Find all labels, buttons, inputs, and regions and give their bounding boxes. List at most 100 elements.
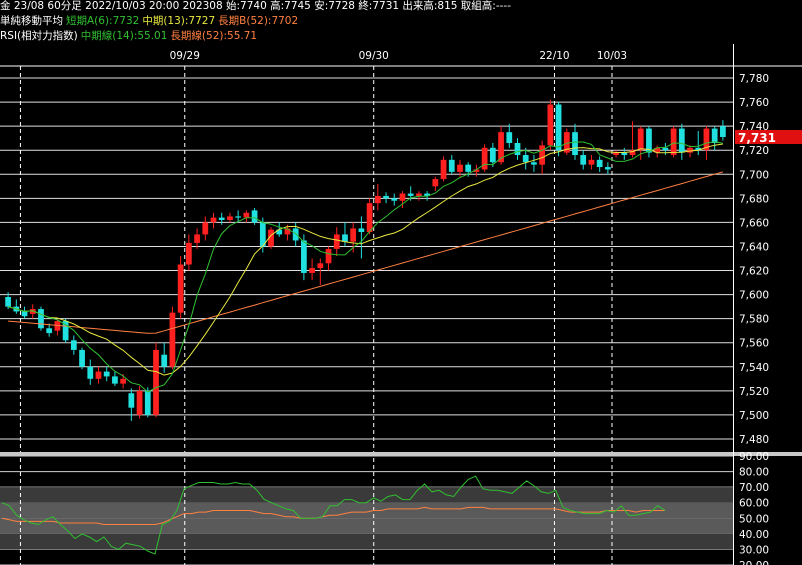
candle[interactable] bbox=[440, 156, 447, 182]
candle-body bbox=[572, 132, 578, 156]
candle[interactable] bbox=[301, 234, 307, 281]
candle[interactable] bbox=[112, 371, 118, 387]
candle[interactable] bbox=[448, 155, 455, 175]
candle[interactable] bbox=[251, 207, 258, 225]
candle[interactable] bbox=[227, 212, 233, 223]
date-label: 10/03 bbox=[597, 50, 627, 62]
candle[interactable] bbox=[547, 99, 554, 151]
ma52-line bbox=[8, 171, 724, 334]
candlesticks[interactable] bbox=[5, 99, 726, 421]
rsi-band bbox=[0, 533, 733, 550]
candle-body bbox=[637, 128, 644, 151]
candle[interactable] bbox=[153, 342, 159, 418]
ma13-line bbox=[7, 143, 723, 376]
price-chart[interactable]: 7,480 7,500 7,520 7,540 7,560 7,580 7,600 7,620… bbox=[0, 0, 802, 565]
candle[interactable] bbox=[325, 246, 332, 271]
ma6-line bbox=[7, 141, 723, 393]
price-tick-label: 7,520 bbox=[739, 386, 769, 398]
candle[interactable] bbox=[95, 366, 102, 384]
rsi-tick-label: 40.00 bbox=[739, 529, 769, 541]
candle[interactable] bbox=[383, 192, 389, 204]
candle[interactable] bbox=[194, 228, 200, 249]
candle[interactable] bbox=[210, 212, 217, 229]
candle[interactable] bbox=[177, 256, 184, 319]
candle[interactable] bbox=[604, 162, 611, 175]
candle-body bbox=[416, 193, 422, 196]
candle[interactable] bbox=[38, 306, 44, 331]
candle[interactable] bbox=[46, 323, 53, 337]
candle[interactable] bbox=[21, 306, 28, 319]
candle[interactable] bbox=[87, 359, 94, 385]
candle-body bbox=[514, 143, 521, 156]
price-tick-label: 7,480 bbox=[739, 434, 769, 446]
candle[interactable] bbox=[498, 126, 504, 165]
candle-body bbox=[87, 366, 94, 379]
candle[interactable] bbox=[531, 155, 537, 172]
candle-body bbox=[342, 234, 348, 242]
candle-body bbox=[309, 268, 315, 273]
candle[interactable] bbox=[481, 144, 488, 172]
candle-body bbox=[46, 328, 53, 334]
candle[interactable] bbox=[62, 318, 69, 343]
rsi-band bbox=[0, 518, 733, 534]
candle-body bbox=[153, 349, 159, 415]
candle-body bbox=[5, 297, 11, 307]
candle[interactable] bbox=[161, 342, 168, 373]
candle[interactable] bbox=[555, 102, 562, 157]
candle-body bbox=[144, 390, 151, 415]
candle[interactable] bbox=[563, 128, 570, 156]
candle-body bbox=[169, 312, 176, 367]
candle[interactable] bbox=[333, 227, 340, 257]
candle[interactable] bbox=[202, 216, 209, 241]
candle[interactable] bbox=[243, 210, 250, 223]
candle[interactable] bbox=[169, 306, 176, 370]
candle-body bbox=[720, 126, 726, 137]
candle[interactable] bbox=[596, 156, 603, 172]
candle[interactable] bbox=[720, 120, 726, 141]
candle[interactable] bbox=[218, 212, 225, 225]
candle[interactable] bbox=[317, 258, 324, 285]
candle-body bbox=[358, 228, 365, 233]
candle-body bbox=[194, 234, 200, 243]
price-tick-label: 7,720 bbox=[739, 145, 769, 157]
candle[interactable] bbox=[128, 388, 135, 421]
candle[interactable] bbox=[580, 150, 587, 170]
candle-body bbox=[448, 159, 455, 172]
candle[interactable] bbox=[646, 126, 652, 158]
candle[interactable] bbox=[432, 176, 439, 192]
price-tick-label: 7,700 bbox=[739, 169, 769, 181]
last-price-label: 7,731 bbox=[738, 131, 776, 145]
candle[interactable] bbox=[695, 130, 702, 156]
candle-body bbox=[136, 390, 143, 415]
candle[interactable] bbox=[79, 347, 85, 370]
candle[interactable] bbox=[621, 147, 628, 160]
candle[interactable] bbox=[506, 123, 513, 148]
rsi-bands bbox=[0, 487, 733, 550]
candle[interactable] bbox=[678, 123, 685, 160]
candle[interactable] bbox=[309, 258, 315, 281]
candle[interactable] bbox=[514, 138, 521, 160]
candle-body bbox=[95, 371, 102, 379]
candle-body bbox=[670, 128, 677, 156]
candle-body bbox=[407, 193, 414, 196]
candle-body bbox=[522, 155, 529, 163]
y-axis-labels: 7,480 7,500 7,520 7,540 7,560 7,580 7,600 7,620… bbox=[735, 73, 802, 565]
candle[interactable] bbox=[662, 143, 669, 156]
candle-body bbox=[70, 340, 77, 350]
candle[interactable] bbox=[374, 183, 381, 211]
candle[interactable] bbox=[711, 126, 718, 151]
candle[interactable] bbox=[391, 193, 398, 206]
candle[interactable] bbox=[588, 155, 595, 170]
candle[interactable] bbox=[185, 234, 192, 271]
candle-body bbox=[687, 147, 693, 153]
candle-body bbox=[539, 145, 546, 165]
candle[interactable] bbox=[342, 222, 348, 247]
candle[interactable] bbox=[70, 335, 77, 355]
candle-body bbox=[112, 376, 118, 384]
candle[interactable] bbox=[103, 366, 110, 382]
candle[interactable] bbox=[136, 386, 143, 419]
candle[interactable] bbox=[13, 299, 20, 314]
candle[interactable] bbox=[613, 150, 619, 158]
candle-body bbox=[79, 349, 85, 367]
candle-body bbox=[440, 159, 447, 180]
